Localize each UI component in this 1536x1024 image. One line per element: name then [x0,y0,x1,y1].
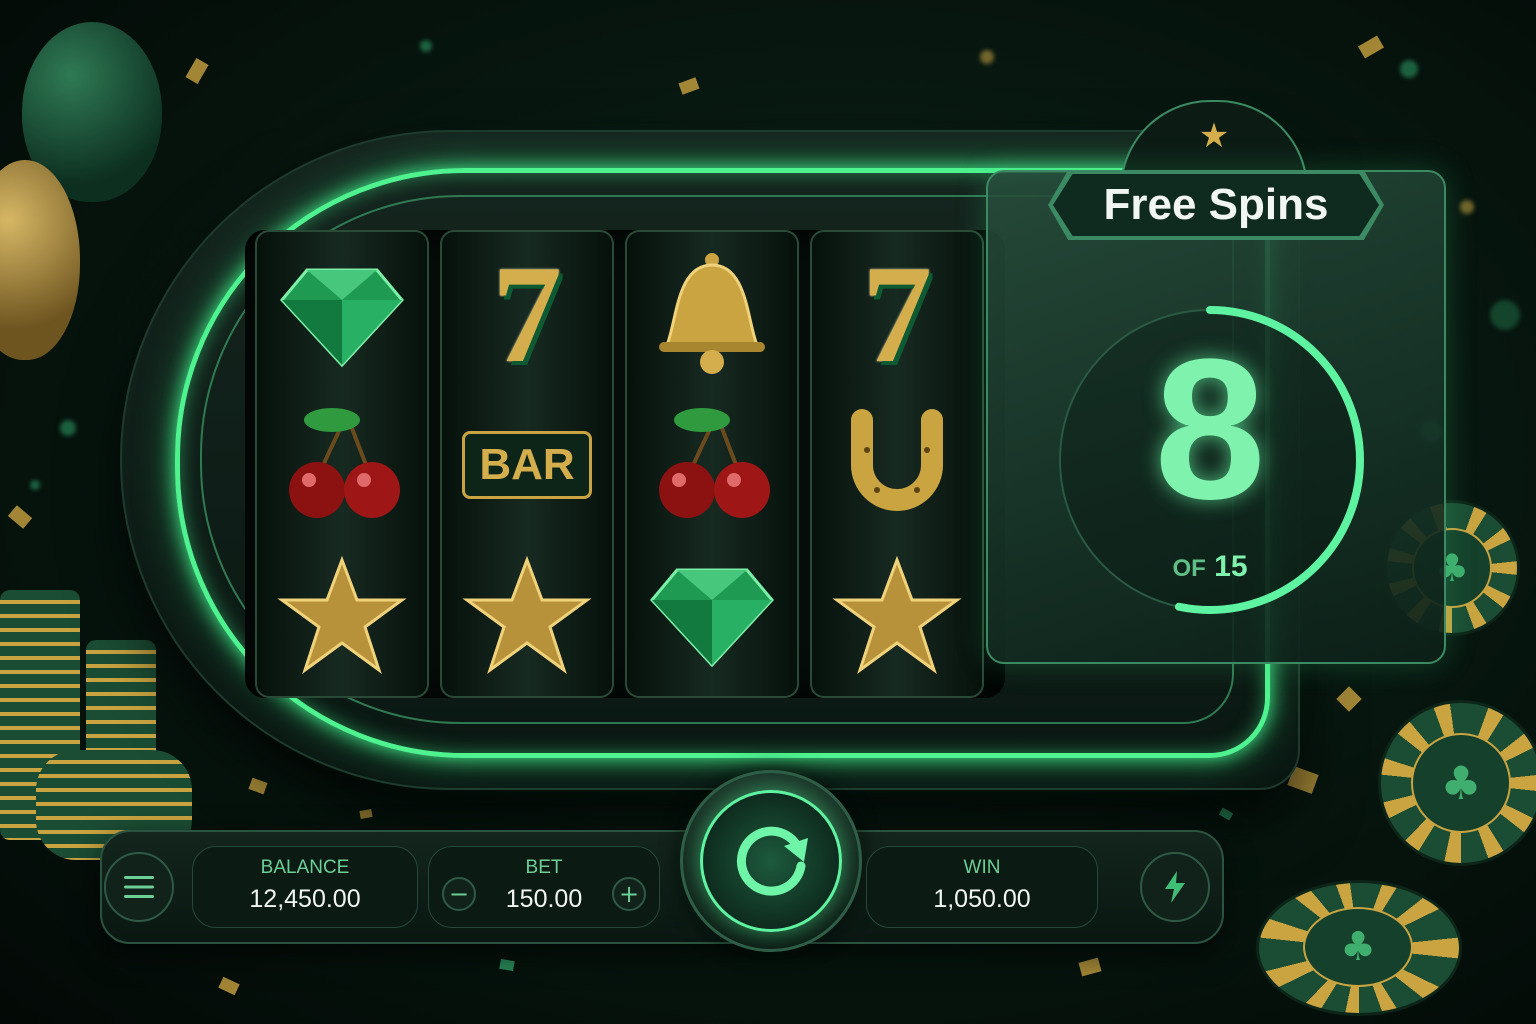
bar-text: BAR [479,440,575,489]
cherries-icon [625,390,799,540]
gold-star-icon [440,540,614,690]
spin-button[interactable] [700,790,842,932]
hamburger-menu-icon [124,876,154,898]
clover-icon: ♣ [1303,907,1413,987]
reel-4: 7 [810,230,984,698]
lucky-seven-symbol: 7 [810,240,984,390]
turbo-button[interactable] [1140,852,1210,922]
star-icon: ★ [1198,116,1230,156]
win-value: 1,050.00 [933,885,1031,913]
win-label: WIN [963,857,1001,878]
seven-text: 7 [492,237,562,392]
free-spins-current: 8 [1154,318,1266,541]
gold-star-icon [810,540,984,690]
free-spins-badge: Free Spins [1053,174,1379,236]
minus-icon: − [448,880,470,908]
bet-label: BET [525,857,563,878]
refresh-icon [736,826,808,896]
menu-button[interactable] [104,852,174,922]
free-spins-of-total: OF 15 [1050,550,1370,584]
balance-display: BALANCE 12,450.00 [192,846,418,928]
clover-icon: ♣ [1411,733,1511,833]
chip-right-middle: ♣ [1378,700,1536,866]
bar-symbol: BAR [440,390,614,540]
seven-text: 7 [862,237,932,392]
chip-right-bottom: ♣ [1256,880,1462,1016]
gold-star-icon [255,540,429,690]
bet-decrease-button[interactable]: − [442,877,476,911]
reel-2: 7 BAR [440,230,614,698]
horseshoe-icon [810,390,984,540]
lightning-bolt-icon [1165,871,1185,903]
reel-window: 7 BAR 7 [245,230,1005,698]
free-spins-title: Free Spins [1103,180,1329,229]
bet-increase-button[interactable]: + [612,877,646,911]
golden-bell-icon [625,240,799,390]
lucky-seven-symbol: 7 [440,240,614,390]
of-label: OF [1172,555,1206,582]
emerald-gem-icon [255,240,429,390]
cherries-icon [255,390,429,540]
balance-value: 12,450.00 [249,885,361,913]
win-display: WIN 1,050.00 [866,846,1098,928]
reel-1 [255,230,429,698]
plus-icon: + [618,880,640,908]
emerald-gem-icon [625,540,799,690]
balance-label: BALANCE [260,857,350,878]
free-spins-total: 15 [1214,550,1248,583]
reel-3 [625,230,799,698]
